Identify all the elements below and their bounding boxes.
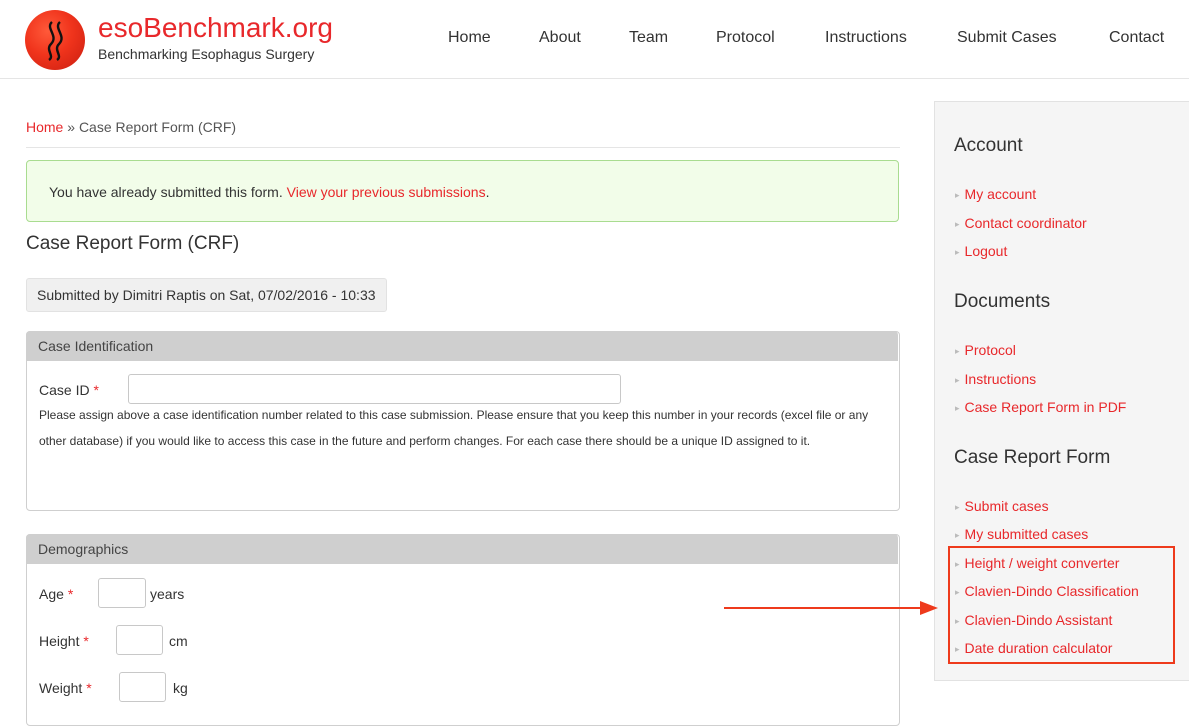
- breadcrumb-home-link[interactable]: Home: [26, 119, 63, 135]
- sidebar-link-label: Case Report Form in PDF: [964, 399, 1127, 415]
- sidebar-crf-title: Case Report Form: [954, 447, 1111, 468]
- bullet-icon: ▸: [955, 502, 960, 512]
- nav-home[interactable]: Home: [448, 29, 491, 47]
- sidebar-link-protocol[interactable]: ▸ Protocol: [955, 342, 1016, 358]
- nav-about[interactable]: About: [539, 29, 581, 47]
- sidebar-link-logout[interactable]: ▸ Logout: [955, 243, 1007, 259]
- submitted-by-info: Submitted by Dimitri Raptis on Sat, 07/0…: [26, 278, 387, 312]
- sidebar-link-my-submitted-cases[interactable]: ▸ My submitted cases: [955, 526, 1088, 542]
- height-label: Height *: [39, 633, 89, 649]
- case-identification-fieldset: Case Identification Case ID * Please ass…: [26, 331, 900, 511]
- site-header: esoBenchmark.org Benchmarking Esophagus …: [0, 0, 1189, 79]
- site-name[interactable]: esoBenchmark.org: [98, 12, 333, 44]
- nav-contact[interactable]: Contact: [1109, 29, 1164, 47]
- previous-submissions-link[interactable]: View your previous submissions: [287, 184, 486, 200]
- case-id-label-text: Case ID: [39, 382, 90, 398]
- nav-protocol[interactable]: Protocol: [716, 29, 775, 47]
- required-mark: *: [93, 382, 99, 398]
- nav-team[interactable]: Team: [629, 29, 668, 47]
- nav-submit-cases[interactable]: Submit Cases: [957, 29, 1057, 47]
- sidebar-link-my-account[interactable]: ▸ My account: [955, 186, 1036, 202]
- sidebar-link-label: My account: [964, 186, 1037, 202]
- height-input[interactable]: [116, 625, 163, 655]
- nav-instructions[interactable]: Instructions: [825, 29, 907, 47]
- case-id-description: Please assign above a case identificatio…: [39, 408, 869, 448]
- weight-label: Weight *: [39, 680, 92, 696]
- required-mark: *: [67, 586, 74, 602]
- bullet-icon: ▸: [955, 190, 960, 200]
- site-slogan: Benchmarking Esophagus Surgery: [98, 46, 315, 62]
- breadcrumb-separator: »: [63, 119, 79, 135]
- sidebar-link-crf-pdf[interactable]: ▸ Case Report Form in PDF: [955, 399, 1126, 415]
- demographics-fieldset: Demographics Age * years Height * cm Wei…: [26, 534, 900, 726]
- sidebar-link-label: Instructions: [964, 371, 1037, 387]
- bullet-icon: ▸: [955, 346, 960, 356]
- height-label-text: Height: [39, 633, 80, 649]
- weight-unit: kg: [173, 680, 188, 696]
- status-alert: You have already submitted this form. Vi…: [26, 160, 899, 222]
- annotation-arrow-icon: [724, 601, 938, 615]
- alert-text: You have already submitted this form.: [49, 184, 287, 200]
- sidebar-link-submit-cases[interactable]: ▸ Submit cases: [955, 498, 1049, 514]
- bullet-icon: ▸: [955, 219, 960, 229]
- case-id-input[interactable]: [128, 374, 621, 404]
- age-label: Age *: [39, 586, 73, 602]
- breadcrumb-current: Case Report Form (CRF): [78, 119, 237, 135]
- sidebar-link-label: My submitted cases: [964, 526, 1089, 542]
- age-label-text: Age: [39, 586, 64, 602]
- sidebar-link-label: Protocol: [964, 342, 1016, 358]
- bullet-icon: ▸: [955, 375, 960, 385]
- sidebar-link-label: Logout: [964, 243, 1008, 259]
- logo-icon[interactable]: [25, 10, 85, 70]
- age-unit: years: [150, 586, 185, 602]
- alert-end: .: [485, 184, 490, 200]
- required-mark: *: [86, 680, 92, 696]
- sidebar-link-label: Contact coordinator: [964, 215, 1087, 231]
- annotation-highlight-box: [948, 546, 1175, 664]
- page-title: Case Report Form (CRF): [26, 233, 240, 254]
- weight-input[interactable]: [119, 672, 166, 702]
- bullet-icon: ▸: [955, 403, 960, 413]
- sidebar-link-contact-coordinator[interactable]: ▸ Contact coordinator: [955, 215, 1087, 231]
- demographics-legend[interactable]: Demographics: [26, 534, 898, 564]
- divider: [26, 147, 900, 148]
- bullet-icon: ▸: [955, 530, 960, 540]
- alert-message: You have already submitted this form. Vi…: [49, 184, 489, 200]
- weight-label-text: Weight: [39, 680, 83, 696]
- sidebar-documents-title: Documents: [954, 291, 1051, 312]
- case-identification-legend[interactable]: Case Identification: [26, 331, 898, 361]
- age-input[interactable]: [98, 578, 146, 608]
- case-id-label: Case ID *: [39, 382, 99, 398]
- breadcrumb: Home » Case Report Form (CRF): [26, 119, 236, 135]
- sidebar-account-title: Account: [954, 135, 1023, 156]
- height-unit: cm: [169, 633, 188, 649]
- sidebar-link-label: Submit cases: [964, 498, 1049, 514]
- bullet-icon: ▸: [955, 247, 960, 257]
- sidebar-link-instructions[interactable]: ▸ Instructions: [955, 371, 1036, 387]
- required-mark: *: [83, 633, 89, 649]
